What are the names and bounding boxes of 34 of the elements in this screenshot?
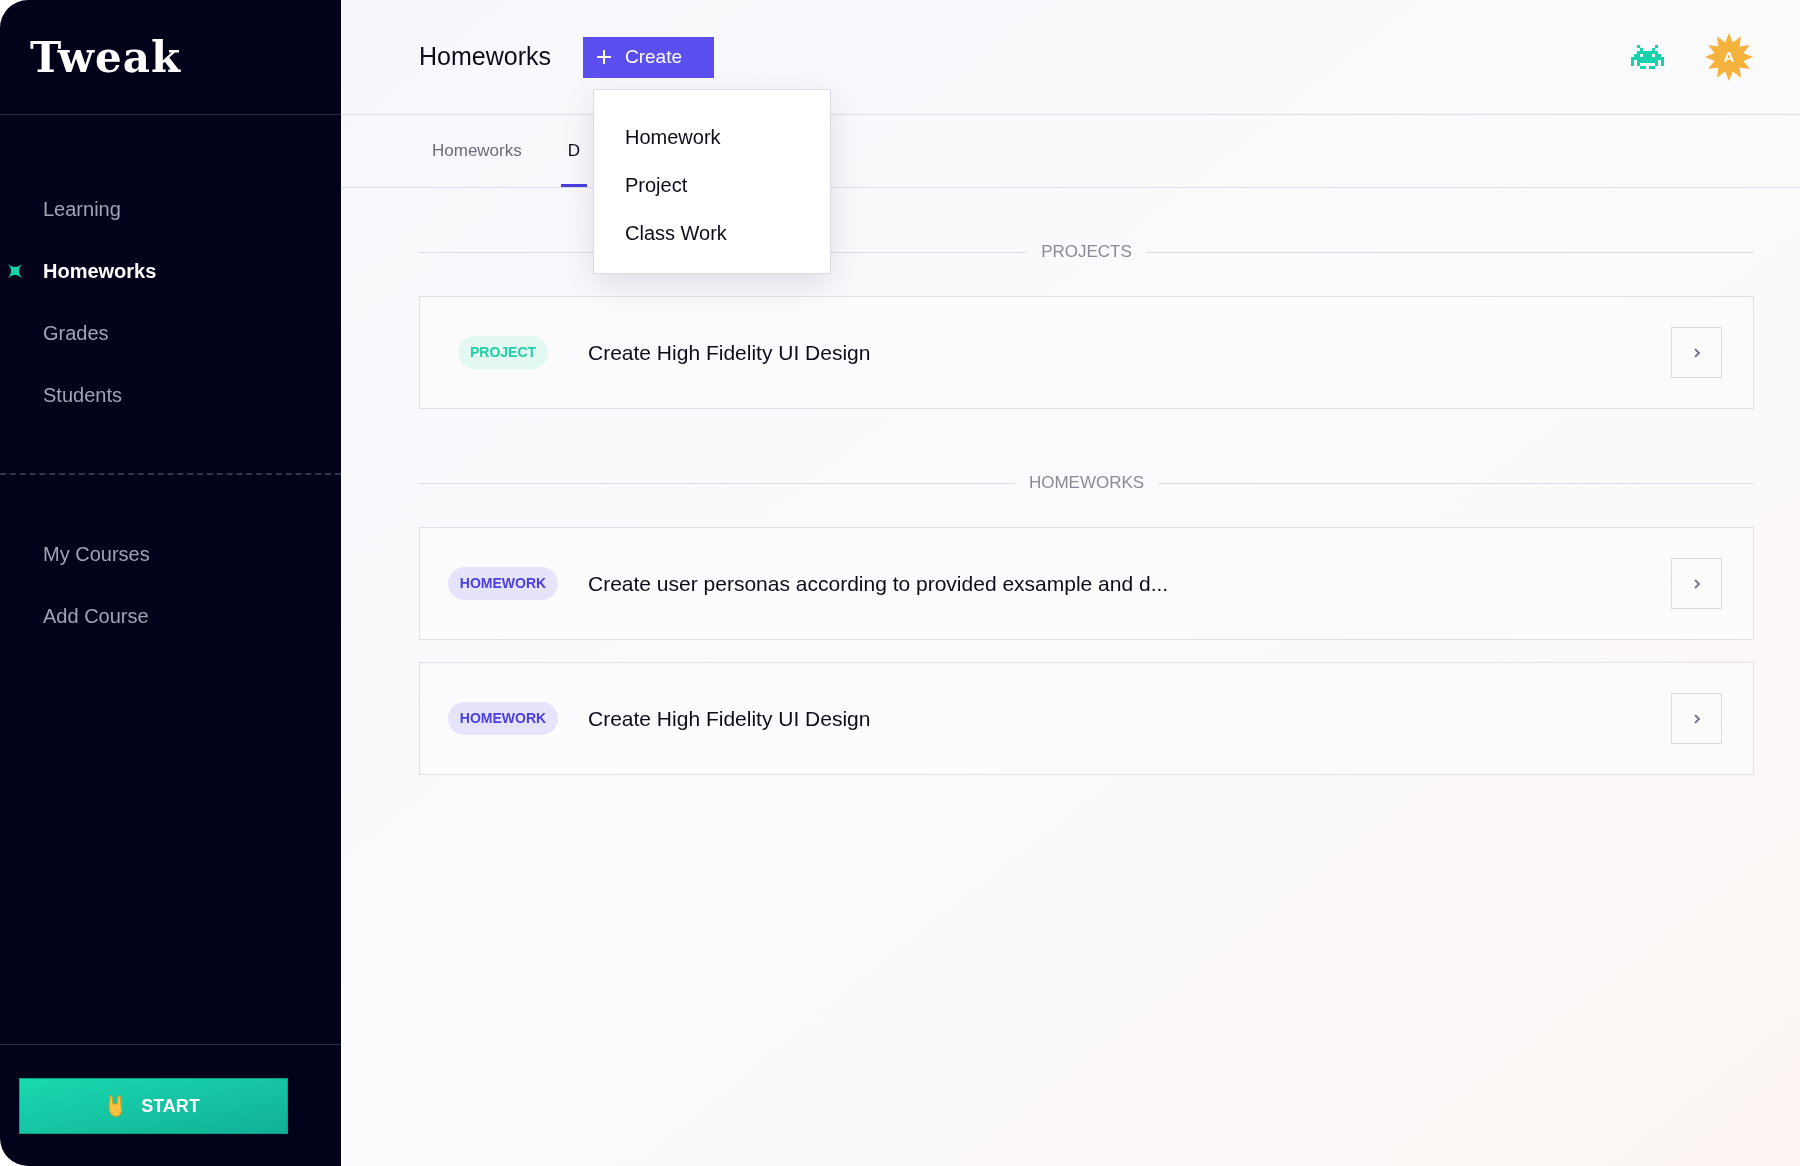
chevron-right-icon: [1692, 577, 1701, 590]
create-button[interactable]: Create: [583, 36, 714, 78]
section-heading: HOMEWORKS: [1028, 472, 1145, 495]
nav-item[interactable]: Grades: [43, 318, 109, 348]
open-button[interactable]: [1671, 558, 1722, 609]
sparkle-icon: [6, 262, 24, 280]
menu-item[interactable]: Homework: [594, 113, 830, 161]
nav-item[interactable]: Learning: [43, 194, 121, 224]
assignment-card[interactable]: HOMEWORK Create High Fidelity UI Design: [419, 662, 1754, 775]
page-title: Homeworks: [419, 41, 551, 73]
chevron-right-icon: [1692, 712, 1701, 725]
assignment-card[interactable]: HOMEWORK Create user personas according to provided exsample and d...: [419, 527, 1754, 640]
type-tag: HOMEWORK: [447, 567, 559, 600]
space-invader-icon[interactable]: [1631, 45, 1664, 69]
plus-icon: [597, 50, 611, 64]
assignment-title: Create user personas according to provided exsample and d...: [588, 570, 1169, 597]
menu-item[interactable]: Project: [594, 161, 830, 209]
nav-item[interactable]: Add Course: [43, 601, 149, 631]
nav-item[interactable]: Homeworks: [43, 256, 157, 286]
tab[interactable]: Homeworks: [425, 115, 529, 187]
nav-item[interactable]: Students: [43, 380, 122, 410]
logo[interactable]: Tweak: [30, 25, 182, 89]
assignment-title: Create High Fidelity UI Design: [588, 339, 871, 366]
chevron-right-icon: [1692, 346, 1701, 359]
type-tag: PROJECT: [457, 336, 549, 369]
type-tag: HOMEWORK: [447, 702, 559, 735]
open-button[interactable]: [1671, 327, 1722, 378]
nav-item[interactable]: My Courses: [43, 539, 150, 569]
tab[interactable]: D: [560, 115, 588, 187]
open-button[interactable]: [1671, 693, 1722, 744]
menu-item[interactable]: Class Work: [594, 209, 830, 257]
assignment-card[interactable]: PROJECT Create High Fidelity UI Design: [419, 296, 1754, 409]
assignment-title: Create High Fidelity UI Design: [588, 705, 871, 732]
section-heading: PROJECTS: [1041, 241, 1132, 264]
